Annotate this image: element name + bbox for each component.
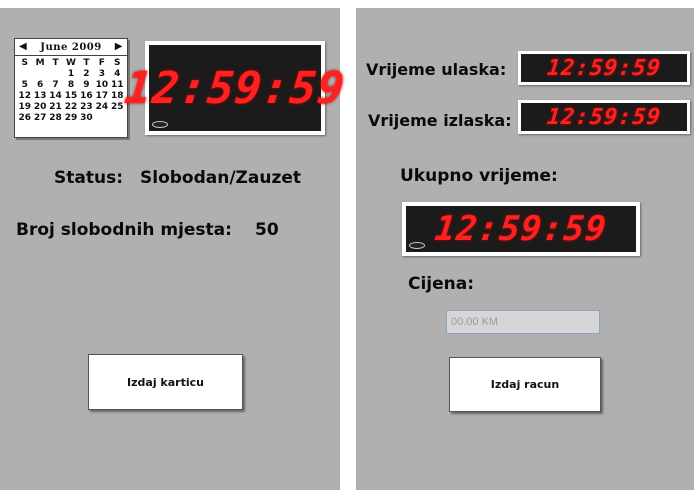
calendar-day[interactable]: 22	[63, 102, 78, 113]
calendar-widget: ◀ June 2009 ▶ S M T W T F S 1 2 3 4 5 6 7 8 9 10 11 12 13 14…	[14, 38, 128, 138]
entry-clock-display: 12:59:59	[521, 54, 687, 82]
total-time-label: Ukupno vrijeme:	[400, 166, 558, 186]
calendar-day[interactable]: 3	[94, 69, 109, 80]
calendar-weekday: T	[83, 58, 90, 68]
exit-clock-time: 12:59:59	[545, 104, 663, 130]
total-clock-brand-logo-icon	[409, 242, 425, 249]
calendar-month-label: June 2009	[40, 41, 102, 53]
calendar-grid: S M T W T F S 1 2 3 4 5 6 7 8 9 10 11 12 13 14 15 16 17 18 19 20 21…	[15, 56, 127, 124]
calendar-day[interactable]: 30	[79, 113, 94, 124]
exit-time-label: Vrijeme izlaska:	[368, 111, 512, 130]
calendar-day[interactable]: 9	[79, 80, 94, 91]
total-clock-time: 12:59:59	[433, 209, 609, 249]
calendar-day[interactable]: 23	[79, 102, 94, 113]
calendar-day[interactable]: 27	[32, 113, 47, 124]
calendar-day[interactable]: 17	[94, 91, 109, 102]
calendar-day[interactable]: 19	[17, 102, 32, 113]
calendar-day[interactable]: 21	[48, 102, 63, 113]
calendar-weekday: T	[52, 58, 59, 68]
calendar-day	[32, 69, 47, 80]
calendar-day[interactable]: 15	[63, 91, 78, 102]
calendar-day[interactable]: 6	[32, 80, 47, 91]
issue-card-button[interactable]: Izdaj karticu	[88, 354, 243, 410]
calendar-day[interactable]: 11	[110, 80, 125, 91]
calendar-weekday: S	[114, 58, 121, 68]
calendar-header: ◀ June 2009 ▶	[15, 39, 127, 56]
calendar-weekday: M	[35, 58, 45, 68]
free-spots-value: 50	[255, 220, 279, 240]
calendar-day[interactable]: 14	[48, 91, 63, 102]
calendar-weekday: W	[66, 58, 76, 68]
main-clock-display: 12:59:59	[122, 45, 348, 131]
right-panel: Vrijeme ulaska: 12:59:59 Vrijeme izlaska…	[356, 8, 694, 490]
calendar-weekday: S	[21, 58, 28, 68]
calendar-day[interactable]: 2	[79, 69, 94, 80]
entry-clock-time: 12:59:59	[545, 55, 663, 81]
calendar-day[interactable]: 8	[63, 80, 78, 91]
price-input[interactable]	[446, 310, 600, 334]
exit-clock-display: 12:59:59	[521, 103, 687, 131]
calendar-day[interactable]: 16	[79, 91, 94, 102]
calendar-day[interactable]: 28	[48, 113, 63, 124]
calendar-day	[48, 69, 63, 80]
calendar-day[interactable]: 13	[32, 91, 47, 102]
calendar-day[interactable]: 7	[48, 80, 63, 91]
calendar-day[interactable]: 24	[94, 102, 109, 113]
status-label: Status:	[54, 168, 123, 188]
main-clock-time: 12:59:59	[122, 62, 348, 114]
status-value: Slobodan/Zauzet	[140, 168, 302, 188]
calendar-day[interactable]: 26	[17, 113, 32, 124]
calendar-day[interactable]: 12	[17, 91, 32, 102]
total-clock-display: 12:59:59	[406, 206, 636, 252]
calendar-weekday: F	[98, 58, 105, 68]
free-spots-label: Broj slobodnih mjesta:	[16, 220, 232, 240]
price-label: Cijena:	[408, 274, 475, 294]
calendar-day[interactable]: 10	[94, 80, 109, 91]
prev-month-icon[interactable]: ◀	[19, 39, 27, 55]
calendar-day[interactable]: 4	[110, 69, 125, 80]
calendar-day	[17, 69, 32, 80]
issue-bill-button[interactable]: Izdaj racun	[449, 357, 601, 412]
next-month-icon[interactable]: ▶	[115, 39, 123, 55]
calendar-day[interactable]: 5	[17, 80, 32, 91]
calendar-day[interactable]: 1	[63, 69, 78, 80]
entry-time-label: Vrijeme ulaska:	[366, 60, 507, 79]
calendar-day	[110, 113, 125, 124]
calendar-day[interactable]: 29	[63, 113, 78, 124]
clock-brand-logo-icon	[152, 121, 168, 128]
calendar-day[interactable]: 20	[32, 102, 47, 113]
calendar-day	[94, 113, 109, 124]
left-panel: ◀ June 2009 ▶ S M T W T F S 1 2 3 4 5 6 7 8 9 10 11 12 13 14…	[0, 8, 348, 490]
